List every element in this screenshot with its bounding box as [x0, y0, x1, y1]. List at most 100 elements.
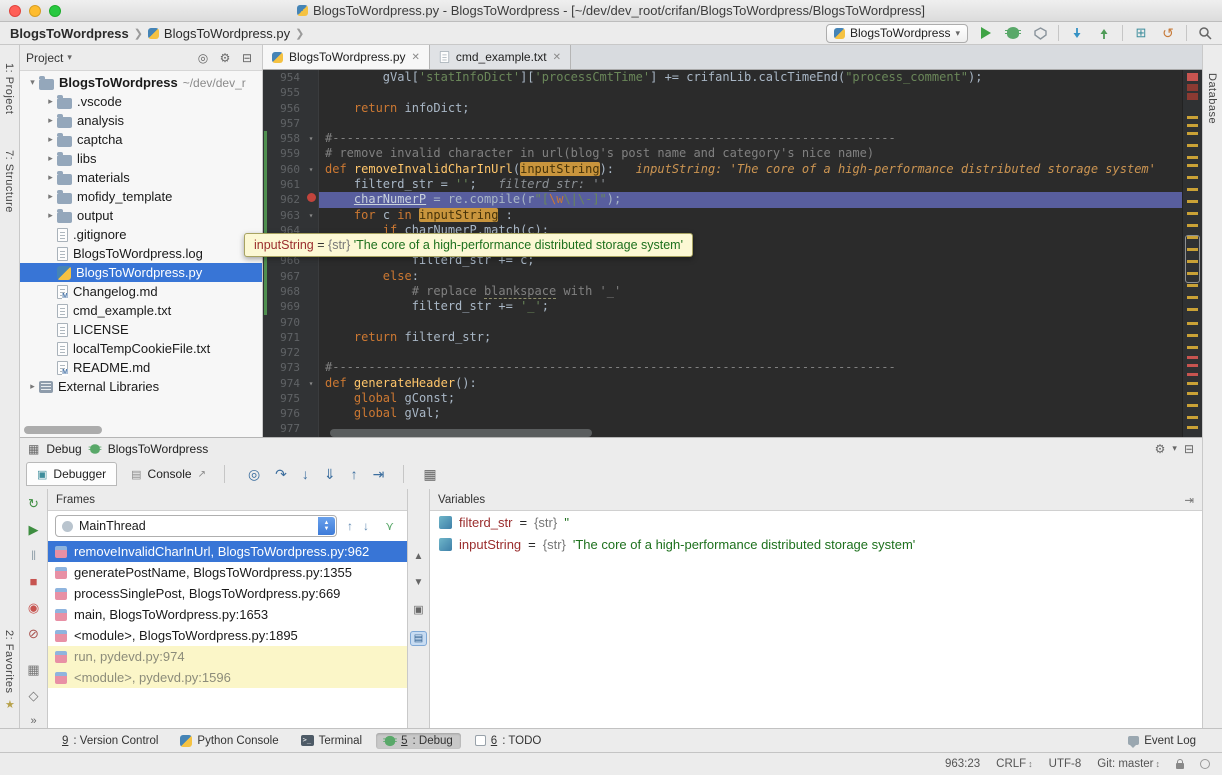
project-tree-item[interactable]: ▸ libs	[20, 149, 262, 168]
code-line[interactable]: 963 ▾ for c in inputString :	[263, 207, 1182, 223]
stop-icon[interactable]: ■	[30, 575, 38, 588]
warning-stripe-mark[interactable]	[1187, 248, 1198, 251]
project-tree-item[interactable]: Changelog.md	[20, 282, 262, 301]
stack-frame[interactable]: generatePostName, BlogsToWordpress.py:13…	[48, 562, 407, 583]
settings-gear-icon[interactable]: ⚙	[216, 51, 234, 65]
force-step-into-icon[interactable]: ⇓	[324, 466, 336, 483]
stack-frame[interactable]: run, pydevd.py:974	[48, 646, 407, 667]
warning-stripe-mark[interactable]	[1187, 334, 1198, 337]
scroll-up-icon[interactable]: ▲	[414, 551, 424, 562]
tool-window-button-9-version-control[interactable]: 9: Version Control	[54, 733, 166, 749]
gutter[interactable]: 955	[263, 85, 319, 101]
threads-view-icon[interactable]: ▤	[409, 631, 428, 646]
code-line[interactable]: 974 ▾ def generateHeader():	[263, 375, 1182, 391]
run-to-cursor-icon[interactable]: ⇥	[373, 466, 385, 483]
restore-layout-icon[interactable]: ▦	[27, 663, 39, 676]
pause-icon[interactable]: ‖	[31, 549, 36, 562]
pin-tab-icon[interactable]: ◇	[29, 689, 39, 702]
code-line[interactable]: 975 global gConst;	[263, 390, 1182, 407]
warning-stripe-mark[interactable]	[1187, 132, 1198, 135]
code-line[interactable]: 970	[263, 314, 1182, 330]
warning-stripe-mark[interactable]	[1187, 116, 1198, 119]
warning-stripe-mark[interactable]	[1187, 322, 1198, 325]
gutter[interactable]: 976	[263, 406, 319, 422]
variable-row[interactable]: filterd_str = {str} ''	[430, 511, 1202, 533]
warning-stripe-mark[interactable]	[1187, 124, 1198, 127]
tree-expand-icon[interactable]: ▸	[44, 115, 57, 126]
hide-panel-icon[interactable]: ⊟	[238, 51, 256, 65]
warning-stripe-mark[interactable]	[1187, 272, 1198, 275]
warning-stripe-mark[interactable]	[1187, 260, 1198, 263]
search-everywhere-button[interactable]	[1196, 24, 1214, 42]
show-execution-point-icon[interactable]: ◎	[248, 466, 260, 483]
code-line[interactable]: 969 filterd_str += '_';	[263, 299, 1182, 315]
code-line[interactable]: 971 return filterd_str;	[263, 329, 1182, 346]
encoding-selector[interactable]: UTF-8	[1049, 758, 1082, 770]
tool-button-favorites[interactable]: 2: Favorites	[3, 630, 15, 693]
gutter[interactable]: 970	[263, 314, 319, 330]
code-line[interactable]: 954 gVal['statInfoDict']['processCmtTime…	[263, 70, 1182, 86]
debug-button[interactable]	[1004, 24, 1022, 42]
code-line[interactable]: 957	[263, 115, 1182, 132]
fold-icon[interactable]: ▾	[304, 162, 318, 177]
gutter[interactable]: 960 ▾	[263, 161, 319, 177]
code-line[interactable]: 967 else:	[263, 268, 1182, 284]
jump-to-console-icon[interactable]: ↗	[198, 469, 206, 480]
gutter[interactable]: 972	[263, 345, 319, 361]
gutter[interactable]: 969	[263, 299, 319, 315]
breadcrumb-file[interactable]: BlogsToWordpress.py	[164, 26, 290, 41]
code-line[interactable]: 961 filterd_str = ''; filterd_str: ''	[263, 176, 1182, 193]
stack-frame[interactable]: main, BlogsToWordpress.py:1653	[48, 604, 407, 625]
project-tree-item[interactable]: ▸ materials	[20, 168, 262, 187]
code-line[interactable]: 956 return infoDict;	[263, 100, 1182, 116]
gutter[interactable]: 957	[263, 115, 319, 132]
error-stripe-mark[interactable]	[1187, 73, 1198, 81]
caret-position[interactable]: 963:23	[945, 758, 980, 770]
warning-stripe-mark[interactable]	[1187, 164, 1198, 167]
error-stripe[interactable]	[1182, 70, 1202, 437]
code-line[interactable]: 958 ▾ #-----------------------------------…	[263, 131, 1182, 147]
tab-console[interactable]: ▤ Console ↗	[120, 462, 217, 486]
event-log-button[interactable]: Event Log	[1128, 735, 1196, 748]
warning-stripe-mark[interactable]	[1187, 346, 1198, 349]
code-line[interactable]: 972	[263, 345, 1182, 361]
gutter[interactable]: 971	[263, 329, 319, 346]
project-tree-item[interactable]: .gitignore	[20, 225, 262, 244]
project-tree-item[interactable]: ▸ captcha	[20, 130, 262, 149]
warning-stripe-mark[interactable]	[1187, 156, 1198, 159]
tree-expand-icon[interactable]: ▾	[26, 77, 39, 88]
warning-stripe-mark[interactable]	[1187, 296, 1198, 299]
gutter[interactable]: 967	[263, 268, 319, 284]
update-project-button[interactable]	[1068, 24, 1086, 42]
gutter[interactable]: 959	[263, 146, 319, 162]
tree-expand-icon[interactable]: ▸	[26, 381, 39, 392]
project-tree-item[interactable]: README.md	[20, 358, 262, 377]
filter-frames-icon[interactable]: ⋎	[385, 519, 394, 533]
tree-expand-icon[interactable]: ▸	[44, 172, 57, 183]
project-tree-item[interactable]: ▾ BlogsToWordpress ~/dev/dev_r	[20, 73, 262, 92]
view-breakpoints-icon[interactable]: ◉	[28, 601, 39, 614]
close-tab-icon[interactable]: ✕	[553, 52, 561, 63]
more-actions-icon[interactable]: »	[30, 715, 36, 727]
project-tree-item[interactable]: ▸ output	[20, 206, 262, 225]
project-tree-item[interactable]: ▸ analysis	[20, 111, 262, 130]
warning-stripe-mark[interactable]	[1187, 236, 1198, 239]
fold-icon[interactable]: ▾	[304, 208, 318, 223]
code-line[interactable]: 976 global gVal;	[263, 406, 1182, 422]
project-tree-item[interactable]: ▸ .vscode	[20, 92, 262, 111]
coverage-button[interactable]	[1031, 24, 1049, 42]
error-stripe-mark[interactable]	[1187, 93, 1198, 100]
warning-stripe-mark[interactable]	[1187, 144, 1198, 147]
code-line[interactable]: 960 ▾ def removeInvalidCharInUrl(inputStri…	[263, 161, 1182, 177]
thread-selector[interactable]: MainThread ▲ ▼	[55, 515, 337, 537]
warning-stripe-mark[interactable]	[1187, 176, 1198, 179]
tab-blogstowordpress-py[interactable]: BlogsToWordpress.py ✕	[263, 45, 430, 69]
previous-frame-icon[interactable]: ↑	[347, 519, 353, 533]
scrollbar-thumb[interactable]	[1185, 235, 1200, 283]
fold-icon[interactable]: ▾	[304, 376, 318, 391]
gutter[interactable]: 963 ▾	[263, 207, 319, 223]
gutter[interactable]: 968	[263, 283, 319, 300]
execution-line[interactable]: 962 charNumerP = re.compile(r"[\w\|\-]")…	[263, 192, 1182, 208]
warning-stripe-mark[interactable]	[1187, 416, 1198, 419]
stack-frame[interactable]: <module>, BlogsToWordpress.py:1895	[48, 625, 407, 646]
